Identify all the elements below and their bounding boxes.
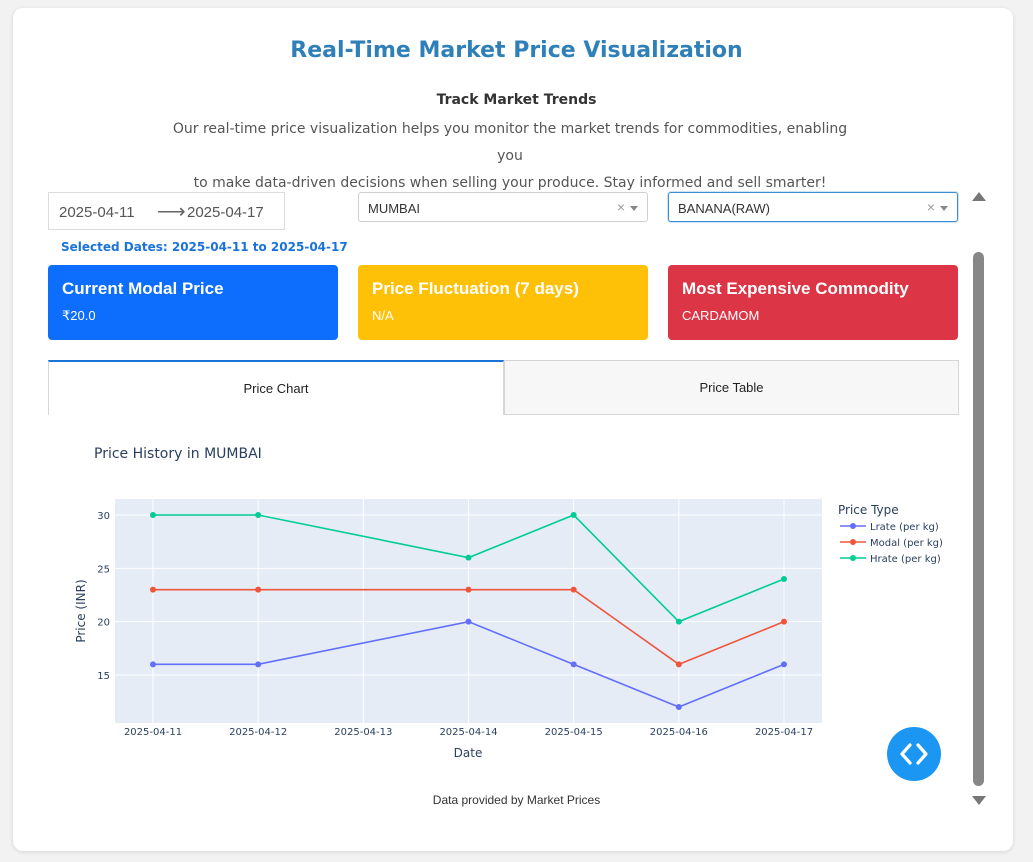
end-date-input[interactable]: 2025-04-17 bbox=[187, 204, 264, 221]
x-tick-label: 2025-04-16 bbox=[650, 727, 708, 738]
data-point bbox=[255, 661, 262, 668]
scrollbar-thumb[interactable] bbox=[973, 252, 984, 786]
x-tick-label: 2025-04-17 bbox=[755, 727, 813, 738]
legend-swatch-point bbox=[850, 555, 856, 561]
market-dropdown[interactable]: MUMBAI × bbox=[358, 192, 648, 222]
legend-item-label: Lrate (per kg) bbox=[870, 522, 939, 533]
market-value: MUMBAI bbox=[368, 201, 420, 216]
scroll-up-arrow-icon[interactable] bbox=[972, 192, 986, 201]
data-point bbox=[781, 661, 787, 668]
data-point bbox=[570, 586, 577, 593]
data-point bbox=[465, 586, 472, 593]
stat-value: ₹20.0 bbox=[62, 308, 96, 323]
data-point bbox=[255, 586, 262, 593]
data-point bbox=[150, 661, 156, 668]
data-point bbox=[150, 512, 156, 518]
x-tick-label: 2025-04-14 bbox=[439, 727, 497, 738]
x-tick-label: 2025-04-13 bbox=[334, 727, 392, 738]
y-tick-label: 15 bbox=[97, 671, 110, 682]
chart-title: Price History in MUMBAI bbox=[94, 446, 262, 462]
data-point bbox=[675, 661, 682, 668]
stat-heading: Current Modal Price bbox=[62, 279, 224, 298]
chevron-down-icon[interactable] bbox=[940, 206, 948, 211]
legend-swatch-point bbox=[850, 539, 856, 545]
code-icon bbox=[900, 743, 928, 765]
data-point bbox=[675, 618, 682, 625]
data-point bbox=[675, 704, 682, 710]
price-history-chart: Price History in MUMBAI 2025-04-11 2025-0… bbox=[74, 446, 943, 760]
y-axis-label: Price (INR) bbox=[74, 579, 88, 642]
clear-icon[interactable]: × bbox=[617, 199, 625, 215]
clear-icon[interactable]: × bbox=[927, 199, 935, 215]
x-tick-label: 2025-04-15 bbox=[545, 727, 603, 738]
legend[interactable]: Lrate (per kg) Modal (per kg) Hrate (per k… bbox=[840, 522, 943, 565]
commodity-value: BANANA(RAW) bbox=[678, 201, 770, 216]
stat-heading: Most Expensive Commodity bbox=[682, 279, 909, 298]
legend-item-label: Modal (per kg) bbox=[870, 538, 943, 549]
selected-dates-label: Selected Dates: 2025-04-11 to 2025-04-17 bbox=[61, 240, 348, 254]
arrow-right-icon: ⟶ bbox=[157, 201, 186, 223]
data-point bbox=[150, 586, 156, 593]
legend-title: Price Type bbox=[838, 503, 899, 517]
description-line: Our real-time price visualization helps … bbox=[172, 121, 848, 164]
start-date-input[interactable]: 2025-04-11 bbox=[59, 204, 135, 221]
commodity-dropdown[interactable]: BANANA(RAW) × bbox=[668, 192, 958, 222]
date-range-picker[interactable]: 2025-04-11 ⟶ 2025-04-17 bbox=[48, 192, 285, 230]
data-point bbox=[465, 618, 472, 625]
stat-value: CARDAMOM bbox=[682, 308, 760, 323]
data-point bbox=[255, 512, 262, 518]
code-toggle-button[interactable] bbox=[887, 727, 941, 781]
stat-heading: Price Fluctuation (7 days) bbox=[372, 279, 579, 298]
section-subtitle: Track Market Trends bbox=[436, 92, 597, 108]
page-title: Real-Time Market Price Visualization bbox=[290, 38, 743, 63]
current-modal-price-card: Current Modal Price ₹20.0 bbox=[48, 265, 338, 340]
legend-item-label: Hrate (per kg) bbox=[870, 554, 941, 565]
data-point bbox=[781, 576, 787, 582]
most-expensive-commodity-card: Most Expensive Commodity CARDAMOM bbox=[668, 265, 958, 340]
data-point bbox=[570, 512, 577, 518]
footer-text: Data provided by Market Prices bbox=[432, 793, 601, 807]
chevron-down-icon[interactable] bbox=[630, 206, 638, 211]
legend-swatch-point bbox=[850, 523, 856, 529]
description: Our real-time price visualization helps … bbox=[160, 116, 860, 197]
tab-price-chart[interactable]: Price Chart bbox=[48, 360, 504, 415]
x-tick-label: 2025-04-12 bbox=[229, 727, 287, 738]
x-tick-label: 2025-04-11 bbox=[124, 727, 182, 738]
data-point bbox=[465, 554, 472, 561]
y-tick-label: 25 bbox=[97, 564, 110, 575]
data-point bbox=[570, 661, 577, 668]
stat-value: N/A bbox=[372, 308, 394, 323]
y-tick-label: 20 bbox=[97, 618, 110, 629]
x-axis-label: Date bbox=[454, 746, 483, 760]
data-point bbox=[781, 618, 787, 625]
tab-price-table[interactable]: Price Table bbox=[504, 360, 959, 415]
y-tick-label: 30 bbox=[97, 511, 110, 522]
price-fluctuation-card: Price Fluctuation (7 days) N/A bbox=[358, 265, 648, 340]
